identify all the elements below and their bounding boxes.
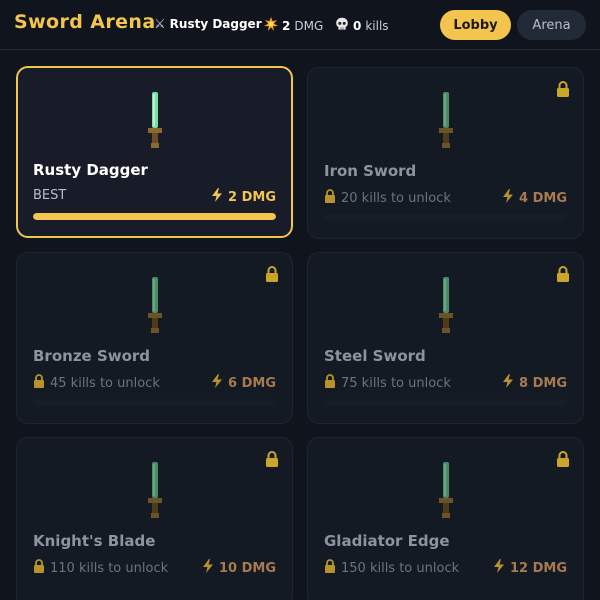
progress-fill (33, 213, 276, 220)
lock-icon (33, 559, 45, 577)
weapon-damage: 8 DMG (502, 374, 567, 392)
top-bar: Sword Arena ⚔ Rusty Dagger 2 DMG 0 kills… (0, 0, 600, 50)
weapon-damage: 4 DMG (502, 189, 567, 207)
lightning-icon (502, 374, 514, 392)
arena-button[interactable]: Arena (517, 10, 586, 40)
progress-bar (33, 213, 276, 220)
lightning-icon (202, 559, 214, 577)
sword-icon (147, 462, 162, 524)
weapon-card-gladiator-edge[interactable]: Gladiator Edge 150 kills to unlock 12 DM… (307, 437, 584, 600)
weapon-requirement: BEST (33, 188, 66, 203)
lock-icon (324, 189, 336, 207)
weapon-damage: 12 DMG (493, 559, 567, 577)
weapon-name: Steel Sword (324, 347, 426, 365)
weapon-name: Bronze Sword (33, 347, 151, 365)
kills-unit: kills (365, 18, 389, 33)
weapon-requirement: 75 kills to unlock (324, 374, 451, 392)
weapon-requirement-text: 20 kills to unlock (341, 190, 451, 206)
lock-icon (33, 374, 45, 392)
explosion-icon (264, 17, 278, 34)
weapon-name: Gladiator Edge (324, 532, 450, 550)
lightning-icon (493, 559, 505, 577)
sword-icon (438, 462, 453, 524)
weapon-name: Knight's Blade (33, 532, 156, 550)
weapon-requirement: 110 kills to unlock (33, 559, 168, 577)
weapon-damage-text: 2 DMG (228, 189, 276, 205)
lock-icon (265, 266, 279, 286)
lock-icon (265, 451, 279, 471)
weapon-damage-text: 10 DMG (218, 560, 276, 576)
weapon-requirement-text: BEST (33, 188, 67, 203)
weapon-damage-text: 12 DMG (509, 560, 567, 576)
weapon-name: Iron Sword (324, 162, 417, 180)
sword-icon (147, 277, 162, 339)
weapon-requirement-text: 110 kills to unlock (50, 560, 169, 576)
lock-icon (324, 374, 336, 392)
weapon-damage-text: 8 DMG (519, 375, 567, 391)
weapon-requirement: 20 kills to unlock (324, 189, 451, 207)
weapon-card-iron-sword[interactable]: Iron Sword 20 kills to unlock 4 DMG (307, 67, 584, 239)
game-title: Sword Arena (14, 11, 156, 33)
weapon-damage: 2 DMG (211, 188, 276, 206)
sword-icon (147, 92, 162, 154)
lightning-icon (502, 189, 514, 207)
lobby-button[interactable]: Lobby (440, 10, 511, 40)
kills-stat: 0 kills (335, 17, 389, 34)
weapon-damage: 6 DMG (211, 374, 276, 392)
weapon-card-knights-blade[interactable]: Knight's Blade 110 kills to unlock 10 DM… (16, 437, 293, 600)
crossed-swords-icon: ⚔ (154, 16, 166, 32)
weapon-card-bronze-sword[interactable]: Bronze Sword 45 kills to unlock 6 DMG (16, 252, 293, 424)
equipped-weapon-stat: ⚔ Rusty Dagger (154, 17, 262, 31)
weapon-damage-text: 4 DMG (519, 190, 567, 206)
sword-icon (438, 277, 453, 339)
damage-unit: DMG (294, 18, 324, 33)
skull-icon (335, 17, 349, 34)
weapon-damage: 10 DMG (202, 559, 276, 577)
weapon-requirement-text: 150 kills to unlock (341, 560, 460, 576)
kills-value: 0 (353, 18, 362, 33)
weapon-name: Rusty Dagger (33, 161, 148, 179)
progress-bar (33, 399, 276, 406)
equipped-weapon-name: Rusty Dagger (169, 17, 262, 31)
lock-icon (556, 451, 570, 471)
lock-icon (556, 266, 570, 286)
weapon-requirement: 150 kills to unlock (324, 559, 459, 577)
lightning-icon (211, 188, 223, 206)
damage-stat: 2 DMG (264, 17, 323, 34)
lightning-icon (211, 374, 223, 392)
lock-icon (556, 81, 570, 101)
weapon-damage-text: 6 DMG (228, 375, 276, 391)
damage-value: 2 (282, 18, 291, 33)
weapon-requirement: 45 kills to unlock (33, 374, 160, 392)
progress-bar (324, 399, 567, 406)
sword-icon (438, 92, 453, 154)
weapon-card-rusty-dagger[interactable]: Rusty Dagger BEST 2 DMG (16, 66, 293, 238)
lock-icon (324, 559, 336, 577)
weapon-card-steel-sword[interactable]: Steel Sword 75 kills to unlock 8 DMG (307, 252, 584, 424)
weapon-requirement-text: 45 kills to unlock (50, 375, 160, 391)
weapon-requirement-text: 75 kills to unlock (341, 375, 451, 391)
progress-bar (324, 214, 567, 221)
